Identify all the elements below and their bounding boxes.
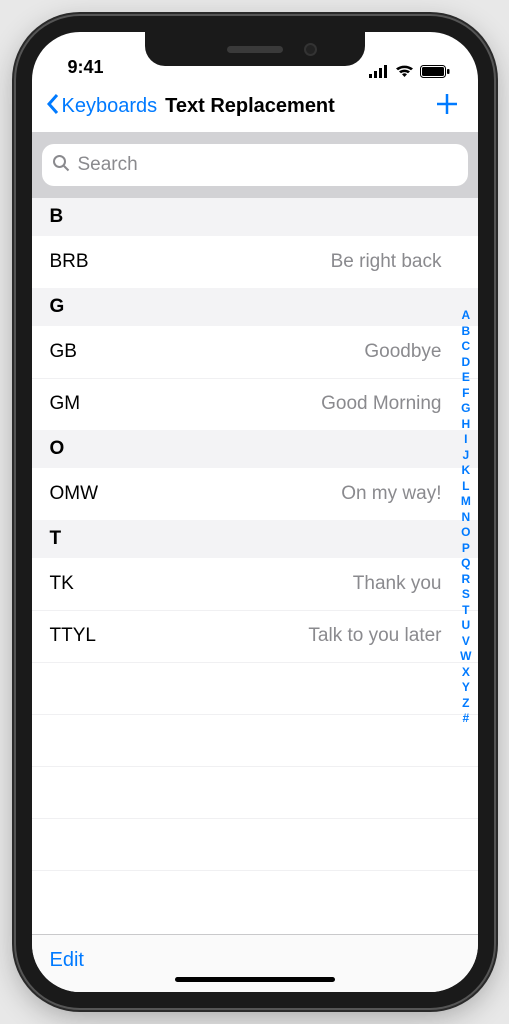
index-letter[interactable]: E bbox=[462, 370, 470, 386]
index-letter[interactable]: M bbox=[461, 494, 471, 510]
index-letter[interactable]: H bbox=[462, 417, 471, 433]
phrase-text: Goodbye bbox=[364, 341, 459, 363]
empty-row bbox=[32, 870, 478, 922]
shortcut-text: TK bbox=[50, 573, 74, 595]
search-input[interactable] bbox=[78, 154, 458, 176]
phrase-text: On my way! bbox=[341, 483, 459, 505]
index-letter[interactable]: A bbox=[462, 308, 471, 324]
section-header: B bbox=[32, 198, 478, 236]
search-icon bbox=[52, 154, 70, 177]
chevron-left-icon bbox=[46, 93, 60, 121]
shortcut-text: BRB bbox=[50, 251, 89, 273]
index-letter[interactable]: I bbox=[464, 432, 467, 448]
index-letter[interactable]: X bbox=[462, 665, 470, 681]
index-letter[interactable]: T bbox=[462, 603, 469, 619]
home-indicator[interactable] bbox=[175, 977, 335, 982]
phrase-text: Talk to you later bbox=[308, 625, 459, 647]
shortcut-text: OMW bbox=[50, 483, 99, 505]
index-letter[interactable]: V bbox=[462, 634, 470, 650]
index-letter[interactable]: Z bbox=[462, 696, 469, 712]
section-header: G bbox=[32, 288, 478, 326]
shortcut-text: TTYL bbox=[50, 625, 96, 647]
index-letter[interactable]: F bbox=[462, 386, 469, 402]
index-letter[interactable]: L bbox=[462, 479, 469, 495]
index-letter[interactable]: N bbox=[462, 510, 471, 526]
index-letter[interactable]: G bbox=[461, 401, 470, 417]
section-header: O bbox=[32, 430, 478, 468]
phrase-text: Be right back bbox=[331, 251, 460, 273]
replacement-row[interactable]: BRB Be right back bbox=[32, 236, 478, 288]
wifi-icon bbox=[395, 65, 414, 78]
index-letter[interactable]: P bbox=[462, 541, 470, 557]
index-letter[interactable]: C bbox=[462, 339, 471, 355]
shortcut-text: GM bbox=[50, 393, 81, 415]
empty-row bbox=[32, 766, 478, 818]
phrase-text: Good Morning bbox=[321, 393, 459, 415]
back-label: Keyboards bbox=[62, 95, 158, 118]
replacement-row[interactable]: TK Thank you bbox=[32, 558, 478, 610]
status-time: 9:41 bbox=[68, 57, 104, 78]
index-letter[interactable]: O bbox=[461, 525, 470, 541]
index-letter[interactable]: U bbox=[462, 618, 471, 634]
add-button[interactable] bbox=[430, 87, 464, 126]
replacement-row[interactable]: GB Goodbye bbox=[32, 326, 478, 378]
section-header: T bbox=[32, 520, 478, 558]
edit-button[interactable]: Edit bbox=[50, 949, 84, 972]
nav-bar: Keyboards Text Replacement bbox=[32, 82, 478, 132]
index-letter[interactable]: W bbox=[460, 649, 471, 665]
index-letter[interactable]: Y bbox=[462, 680, 470, 696]
replacement-row[interactable]: GM Good Morning bbox=[32, 378, 478, 430]
cellular-icon bbox=[369, 65, 389, 78]
replacement-row[interactable]: OMW On my way! bbox=[32, 468, 478, 520]
toolbar: Edit bbox=[32, 934, 478, 992]
plus-icon bbox=[434, 104, 460, 121]
empty-row bbox=[32, 818, 478, 870]
index-letter[interactable]: Q bbox=[461, 556, 470, 572]
battery-icon bbox=[420, 65, 450, 78]
empty-row bbox=[32, 662, 478, 714]
replacement-row[interactable]: TTYL Talk to you later bbox=[32, 610, 478, 662]
index-letter[interactable]: B bbox=[462, 324, 471, 340]
back-button[interactable]: Keyboards bbox=[46, 93, 158, 121]
index-letter[interactable]: S bbox=[462, 587, 470, 603]
phrase-text: Thank you bbox=[353, 573, 460, 595]
section-index[interactable]: ABCDEFGHIJKLMNOPQRSTUVWXYZ# bbox=[460, 308, 471, 727]
index-letter[interactable]: J bbox=[462, 448, 469, 464]
index-letter[interactable]: D bbox=[462, 355, 471, 371]
page-title: Text Replacement bbox=[165, 95, 335, 118]
search-bar bbox=[32, 132, 478, 198]
index-letter[interactable]: # bbox=[462, 711, 469, 727]
index-letter[interactable]: R bbox=[462, 572, 471, 588]
empty-row bbox=[32, 714, 478, 766]
index-letter[interactable]: K bbox=[462, 463, 471, 479]
shortcut-text: GB bbox=[50, 341, 77, 363]
